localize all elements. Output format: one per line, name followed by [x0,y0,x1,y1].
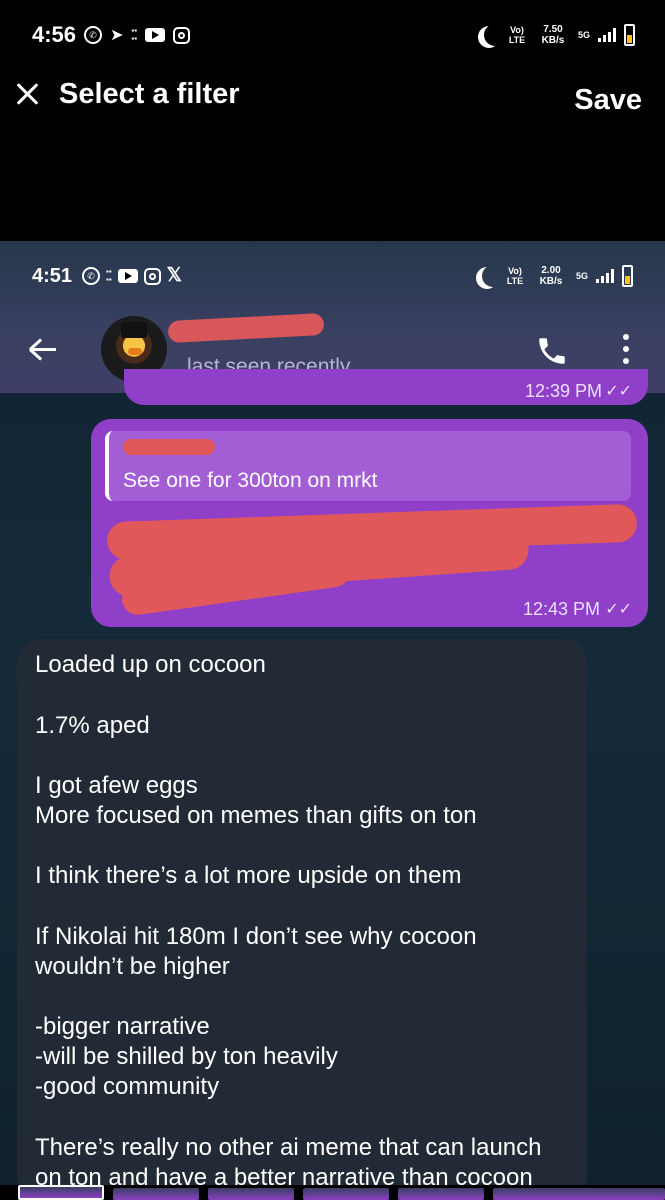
filter-thumbnail[interactable] [18,1185,104,1200]
filter-thumbnail[interactable] [493,1188,579,1200]
network-label: Vo) LTE [508,25,526,45]
message-line: I got afew eggs [35,772,198,799]
inner-notification-icons: ✆ ▪▪ ▪▪ 𝕏 [82,265,182,286]
message-time: 12:39 PM [524,381,602,401]
instagram-icon [143,267,161,285]
redacted-quote-author [123,439,215,455]
battery-icon [624,24,635,46]
outgoing-message[interactable]: 12:39 PM ✓✓ [124,369,648,405]
more-options-icon[interactable] [620,334,632,364]
filter-thumbnail[interactable] [303,1188,389,1200]
save-button[interactable]: Save [574,84,642,117]
phone-call-icon[interactable] [535,334,569,368]
outgoing-reply-message[interactable]: See one for 300ton on mrkt 12:43 PM ✓✓ [91,419,648,627]
filter-thumbnail[interactable] [398,1188,484,1200]
dnd-moon-icon [482,265,504,287]
message-line: -bigger narrative [35,1013,210,1040]
inner-network-label: Vo) LTE [506,266,524,286]
filter-thumbnail[interactable] [575,1188,665,1200]
message-line: There’s really no other ai meme that can… [35,1134,542,1161]
signal-bars-icon [596,269,614,283]
youtube-icon [117,269,138,283]
message-line: on ton and have a better narrative than … [35,1164,533,1185]
close-icon[interactable] [14,80,42,108]
incoming-message[interactable]: Loaded up on cocoon 1.7% aped I got afew… [17,639,587,1185]
read-ticks-icon: ✓✓ [605,601,632,618]
system-icons: Vo) LTE 7.50 KB/s 5G [476,24,635,46]
whatsapp-icon: ✆ [82,267,100,285]
read-ticks-icon: ✓✓ [605,383,632,400]
temu-icon: ▪▪ ▪▪ [131,26,138,43]
x-logo-icon: 𝕏 [166,265,182,286]
message-line: If Nikolai hit 180m I don’t see why coco… [35,923,477,950]
instagram-icon [173,26,191,44]
dnd-moon-icon [484,24,506,46]
reply-quote[interactable]: See one for 300ton on mrkt [105,431,631,501]
inner-status-time: 4:51 [32,265,73,287]
whatsapp-icon: ✆ [84,26,102,44]
filter-toolbar: Select a filter Save [0,70,665,130]
message-line: 1.7% aped [35,712,150,739]
message-line: wouldn’t be higher [35,953,230,980]
inner-signal-type: 5G [575,271,588,281]
message-line: Loaded up on cocoon [35,651,266,678]
filter-thumbnail[interactable] [208,1188,294,1200]
inner-network-speed: 2.00 KB/s [539,265,563,287]
message-line: More focused on memes than gifts on ton [35,802,477,829]
message-time: 12:43 PM [522,599,600,619]
telegram-icon: ➤ [110,27,124,44]
screenshot-preview: 4:51 ✆ ▪▪ ▪▪ 𝕏 Vo) LTE 2.00 KB/s 5G last … [0,241,665,1185]
signal-bars-icon [598,28,616,42]
filter-thumbnail[interactable] [113,1188,199,1200]
back-arrow-icon[interactable] [28,338,58,361]
status-bar: 4:56 ✆ ➤ ▪▪ ▪▪ Vo) LTE 7.50 KB/s 5G [0,0,665,70]
inner-system-icons: Vo) LTE 2.00 KB/s 5G [474,265,633,287]
page-title: Select a filter [59,78,240,110]
message-line: -will be shilled by ton heavily [35,1043,338,1070]
redacted-contact-name [167,312,325,344]
battery-icon [622,265,633,287]
notification-icons: ✆ ➤ ▪▪ ▪▪ [84,25,191,45]
temu-icon: ▪▪ ▪▪ [106,267,112,284]
message-line: I think there’s a lot more upside on the… [35,862,462,889]
filter-thumbnail-strip [0,1185,665,1200]
reply-quote-text: See one for 300ton on mrkt [123,469,378,492]
signal-type: 5G [577,30,590,40]
status-time: 4:56 [32,22,77,47]
youtube-icon [145,28,166,42]
network-speed: 7.50 KB/s [541,24,565,46]
message-line: -good community [35,1073,220,1100]
